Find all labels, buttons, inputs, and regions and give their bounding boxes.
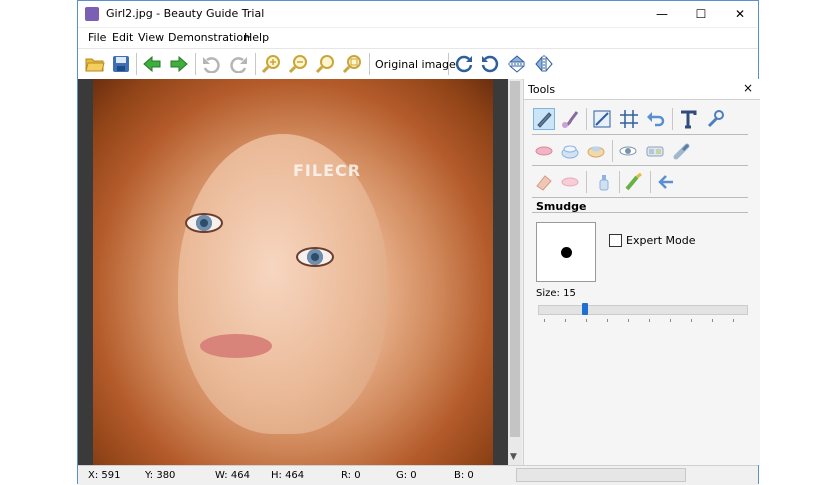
bottle-icon[interactable] (593, 171, 615, 193)
back-arrow-icon[interactable] (655, 171, 677, 193)
canvas-vertical-scrollbar[interactable]: ▼ (508, 79, 522, 465)
brush-icon[interactable] (559, 108, 581, 130)
open-folder-icon[interactable] (84, 53, 106, 75)
scroll-thumb[interactable] (510, 81, 520, 437)
size-value: 15 (563, 288, 576, 299)
flip-horizontal-icon[interactable] (533, 53, 555, 75)
redo-icon[interactable] (228, 53, 250, 75)
status-bar: X: 591 Y: 380 W: 464 H: 464 R: 0 G: 0 B:… (78, 465, 758, 485)
original-image-button[interactable]: Original image (375, 58, 456, 71)
rotate-left-icon[interactable] (479, 53, 501, 75)
watermark: FILECR (293, 161, 362, 180)
wrench-icon[interactable] (704, 108, 726, 130)
brush-dot (561, 247, 572, 258)
brush-color-icon[interactable] (623, 171, 645, 193)
app-logo-icon (85, 7, 99, 21)
menu-file[interactable]: File (88, 31, 106, 44)
eye-icon[interactable] (617, 140, 639, 162)
left-eye (185, 213, 223, 233)
status-w: W: 464 (215, 470, 250, 481)
mascara-icon[interactable] (671, 140, 693, 162)
pencil-icon[interactable] (533, 108, 555, 130)
eraser-icon[interactable] (533, 171, 555, 193)
blush-icon[interactable] (585, 140, 607, 162)
scroll-down-icon[interactable]: ▼ (510, 452, 517, 462)
tools-panel-close-button[interactable]: × (743, 81, 753, 95)
brush-preview (536, 222, 596, 282)
size-label-text: Size: (536, 288, 560, 299)
title-bar: Girl2.jpg - Beauty Guide Trial — ☐ ✕ (78, 1, 758, 27)
zoom-in-icon[interactable] (260, 53, 282, 75)
status-y: Y: 380 (145, 470, 176, 481)
rotate-right-icon[interactable] (453, 53, 475, 75)
undo-tool-icon[interactable] (645, 108, 667, 130)
menu-help[interactable]: Help (244, 31, 269, 44)
menu-edit[interactable]: Edit (112, 31, 133, 44)
lips (200, 334, 272, 358)
expert-mode-checkbox[interactable] (609, 234, 622, 247)
foundation-icon[interactable] (559, 140, 581, 162)
minimize-button[interactable]: — (640, 1, 684, 27)
lip-gloss-icon[interactable] (559, 171, 581, 193)
status-r: R: 0 (341, 470, 361, 481)
app-window: Girl2.jpg - Beauty Guide Trial — ☐ ✕ Fil… (77, 0, 760, 485)
status-progress-field (516, 468, 686, 482)
window-title: Girl2.jpg - Beauty Guide Trial (106, 7, 265, 20)
status-g: G: 0 (396, 470, 417, 481)
text-tool-icon[interactable] (677, 108, 699, 130)
save-icon[interactable] (110, 53, 132, 75)
close-button[interactable]: ✕ (718, 1, 762, 27)
tools-panel: Tools × Smudge Expert Mode Size: 15 (523, 79, 760, 465)
status-b: B: 0 (454, 470, 474, 481)
image-canvas[interactable]: FILECR (78, 79, 508, 465)
flip-vertical-icon[interactable] (506, 53, 528, 75)
grid-crop-icon[interactable] (618, 108, 640, 130)
size-slider-thumb[interactable] (582, 303, 588, 315)
tools-panel-title: Tools (528, 83, 556, 96)
lips-icon[interactable] (533, 140, 555, 162)
zoom-out-icon[interactable] (287, 53, 309, 75)
resize-icon[interactable] (591, 108, 613, 130)
right-eye (296, 247, 334, 267)
size-slider-track[interactable] (538, 305, 748, 315)
menu-view[interactable]: View (138, 31, 164, 44)
portrait-photo: FILECR (93, 79, 493, 465)
menu-bar: File Edit View Demonstration Help (78, 28, 758, 48)
zoom-fit-icon[interactable] (314, 53, 336, 75)
maximize-button[interactable]: ☐ (679, 1, 723, 27)
status-x: X: 591 (88, 470, 121, 481)
size-label: Size: 15 (536, 288, 576, 299)
menu-demonstration[interactable]: Demonstration (168, 31, 250, 44)
back-arrow-icon[interactable] (141, 53, 163, 75)
eyeshadow-icon[interactable] (644, 140, 666, 162)
toolbar: Original image (78, 48, 758, 80)
undo-icon[interactable] (200, 53, 222, 75)
tools-panel-header: Tools × (524, 79, 760, 100)
zoom-actual-icon[interactable] (341, 53, 363, 75)
status-h: H: 464 (271, 470, 305, 481)
expert-mode-label: Expert Mode (626, 234, 696, 247)
forward-arrow-icon[interactable] (168, 53, 190, 75)
